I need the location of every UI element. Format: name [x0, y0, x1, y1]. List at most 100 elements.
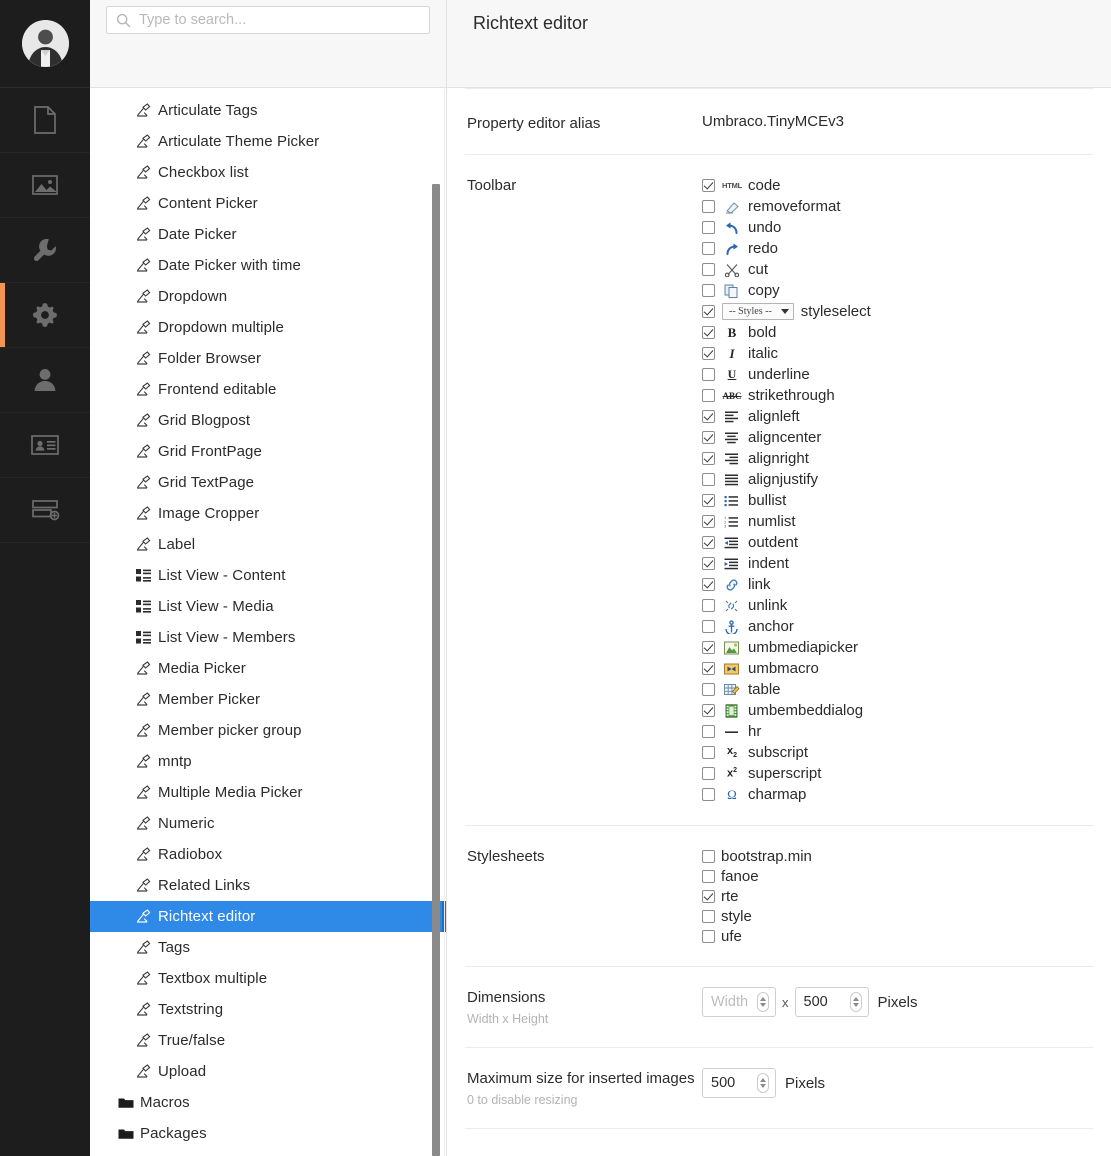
- tree-item-grid-frontpage[interactable]: Grid FrontPage: [90, 436, 446, 467]
- width-spin-arrows[interactable]: [757, 992, 769, 1012]
- checkbox-style[interactable]: [702, 909, 715, 923]
- stylesheet-item-fanoe[interactable]: fanoe: [702, 866, 1093, 886]
- sidebar-item-media[interactable]: [0, 153, 90, 218]
- toolbar-item-alignjustify[interactable]: alignjustify: [702, 469, 1093, 490]
- checkbox-subscript[interactable]: [702, 746, 715, 759]
- height-spin-arrows[interactable]: [849, 992, 862, 1012]
- stylesheet-item-rte[interactable]: rte: [702, 886, 1093, 906]
- max-size-spin-arrows[interactable]: [757, 1073, 769, 1093]
- checkbox-strikethrough[interactable]: [702, 389, 715, 402]
- width-input[interactable]: [711, 994, 755, 1010]
- toolbar-item-cut[interactable]: cut: [702, 259, 1093, 280]
- toolbar-item-italic[interactable]: Iitalic: [702, 343, 1093, 364]
- toolbar-item-link[interactable]: link: [702, 574, 1093, 595]
- checkbox-unlink[interactable]: [702, 599, 715, 612]
- sidebar-item-content[interactable]: [0, 88, 90, 153]
- checkbox-code[interactable]: [702, 179, 715, 192]
- checkbox-copy[interactable]: [702, 284, 715, 297]
- tree-item-member-picker[interactable]: Member Picker: [90, 684, 446, 715]
- tree-item-textbox-multiple[interactable]: Textbox multiple: [90, 963, 446, 994]
- search-box[interactable]: [106, 6, 430, 34]
- tree-item-checkbox-list[interactable]: Checkbox list: [90, 157, 446, 188]
- tree-item-mntp[interactable]: mntp: [90, 746, 446, 777]
- tree-item-upload[interactable]: Upload: [90, 1056, 446, 1087]
- avatar-cell[interactable]: [0, 0, 90, 88]
- checkbox-alignleft[interactable]: [702, 410, 715, 423]
- tree-item-richtext-editor[interactable]: Richtext editor: [90, 901, 446, 932]
- max-size-input[interactable]: [711, 1075, 755, 1091]
- stylesheet-item-style[interactable]: style: [702, 906, 1093, 926]
- tree-item-grid-blogpost[interactable]: Grid Blogpost: [90, 405, 446, 436]
- toolbar-item-removeformat[interactable]: removeformat: [702, 196, 1093, 217]
- tree-item-macros[interactable]: Macros: [90, 1087, 446, 1118]
- toolbar-item-bold[interactable]: Bbold: [702, 322, 1093, 343]
- checkbox-superscript[interactable]: [702, 767, 715, 780]
- checkbox-alignright[interactable]: [702, 452, 715, 465]
- checkbox-alignjustify[interactable]: [702, 473, 715, 486]
- toolbar-item-redo[interactable]: redo: [702, 238, 1093, 259]
- toolbar-item-indent[interactable]: indent: [702, 553, 1093, 574]
- checkbox-anchor[interactable]: [702, 620, 715, 633]
- toolbar-item-undo[interactable]: undo: [702, 217, 1093, 238]
- checkbox-table[interactable]: [702, 683, 715, 696]
- tree-item-numeric[interactable]: Numeric: [90, 808, 446, 839]
- tree-item-list-view-media[interactable]: List View - Media: [90, 591, 446, 622]
- checkbox-underline[interactable]: [702, 368, 715, 381]
- stylesheet-item-ufe[interactable]: ufe: [702, 926, 1093, 946]
- tree-item-frontend-editable[interactable]: Frontend editable: [90, 374, 446, 405]
- checkbox-rte[interactable]: [702, 889, 715, 903]
- sidebar-item-users[interactable]: [0, 348, 90, 413]
- sidebar-item-developer[interactable]: [0, 283, 90, 348]
- tree-item-textstring[interactable]: Textstring: [90, 994, 446, 1025]
- tree-item-packages[interactable]: Packages: [90, 1118, 446, 1149]
- tree-item-content-picker[interactable]: Content Picker: [90, 188, 446, 219]
- tree-item-multiple-media-picker[interactable]: Multiple Media Picker: [90, 777, 446, 808]
- checkbox-italic[interactable]: [702, 347, 715, 360]
- toolbar-item-anchor[interactable]: anchor: [702, 616, 1093, 637]
- tree-item-member-picker-group[interactable]: Member picker group: [90, 715, 446, 746]
- tree-item-grid-textpage[interactable]: Grid TextPage: [90, 467, 446, 498]
- width-stepper[interactable]: [702, 987, 776, 1017]
- tree-item-date-picker[interactable]: Date Picker: [90, 219, 446, 250]
- toolbar-item-aligncenter[interactable]: aligncenter: [702, 427, 1093, 448]
- height-stepper[interactable]: [794, 987, 869, 1017]
- toolbar-item-strikethrough[interactable]: ABC strikethrough: [702, 385, 1093, 406]
- tree-item-true-false[interactable]: True/false: [90, 1025, 446, 1056]
- checkbox-undo[interactable]: [702, 221, 715, 234]
- toolbar-item-subscript[interactable]: x2 subscript: [702, 742, 1093, 763]
- toolbar-item-outdent[interactable]: outdent: [702, 532, 1093, 553]
- checkbox-numlist[interactable]: [702, 515, 715, 528]
- toolbar-item-umbembeddialog[interactable]: umbembeddialog: [702, 700, 1093, 721]
- toolbar-item-copy[interactable]: copy: [702, 280, 1093, 301]
- sidebar-item-settings[interactable]: [0, 218, 90, 283]
- tree-item-image-cropper[interactable]: Image Cropper: [90, 498, 446, 529]
- checkbox-umbembeddialog[interactable]: [702, 704, 715, 717]
- sidebar-item-forms[interactable]: [0, 478, 90, 543]
- tree-item-list-view-members[interactable]: List View - Members: [90, 622, 446, 653]
- tree-item-radiobox[interactable]: Radiobox: [90, 839, 446, 870]
- tree-item-tags[interactable]: Tags: [90, 932, 446, 963]
- tree-item-folder-browser[interactable]: Folder Browser: [90, 343, 446, 374]
- checkbox-bullist[interactable]: [702, 494, 715, 507]
- styleselect-dropdown[interactable]: -- Styles --: [722, 303, 794, 320]
- tree-item-dropdown-multiple[interactable]: Dropdown multiple: [90, 312, 446, 343]
- toolbar-item-bullist[interactable]: bullist: [702, 490, 1093, 511]
- toolbar-item-alignleft[interactable]: alignleft: [702, 406, 1093, 427]
- checkbox-bootstrap-min[interactable]: [702, 849, 715, 863]
- tree-item-dropdown[interactable]: Dropdown: [90, 281, 446, 312]
- checkbox-aligncenter[interactable]: [702, 431, 715, 444]
- toolbar-item-numlist[interactable]: 1 2 3 numlist: [702, 511, 1093, 532]
- stylesheet-item-bootstrap-min[interactable]: bootstrap.min: [702, 846, 1093, 866]
- tree-scrollbar-thumb[interactable]: [432, 184, 440, 1156]
- toolbar-item-alignright[interactable]: alignright: [702, 448, 1093, 469]
- toolbar-item-hr[interactable]: hr: [702, 721, 1093, 742]
- checkbox-styleselect[interactable]: [702, 305, 715, 318]
- tree-item-list-view-content[interactable]: List View - Content: [90, 560, 446, 591]
- tree-item-related-links[interactable]: Related Links: [90, 870, 446, 901]
- max-size-stepper[interactable]: [702, 1068, 776, 1098]
- user-avatar[interactable]: [21, 20, 69, 67]
- height-input[interactable]: [803, 994, 848, 1010]
- checkbox-indent[interactable]: [702, 557, 715, 570]
- toolbar-item-styleselect[interactable]: -- Styles -- styleselect: [702, 301, 1093, 322]
- checkbox-outdent[interactable]: [702, 536, 715, 549]
